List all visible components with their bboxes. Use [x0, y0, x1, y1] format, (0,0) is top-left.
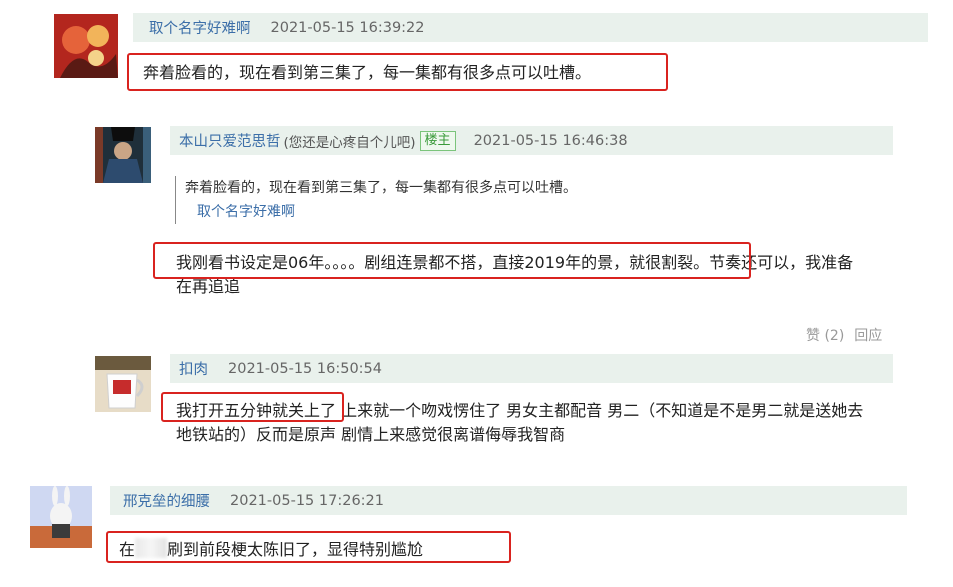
comment-text: 我打开五分钟就关上了 上来就一个吻戏愣住了 男女主都配音 男二（不知道是不是男二… — [176, 399, 863, 447]
username-link[interactable]: 取个名字好难啊 — [149, 17, 251, 38]
redacted-text — [135, 538, 168, 558]
comment-text: 奔着脸看的，现在看到第三集了，每一集都有很多点可以吐槽。 — [143, 63, 592, 82]
reply-button[interactable]: 回应 — [854, 325, 882, 345]
timestamp: 2021-05-15 16:46:38 — [473, 132, 628, 149]
avatar[interactable] — [54, 14, 118, 78]
quote-author-link[interactable]: 取个名字好难啊 — [197, 200, 577, 224]
comment-header: 本山只爱范思哲 (您还是心疼自个儿吧) 楼主 2021-05-15 16:46:… — [170, 126, 893, 155]
comment-text-line: 我打开五分钟就关上了 上来就一个吻戏愣住了 男女主都配音 男二（不知道是不是男二… — [176, 401, 864, 420]
comment-text-line: 我刚看书设定是06年。。。。剧组连景都不搭，直接2019年的景，就很割裂。节奏还… — [176, 253, 854, 272]
comment-text-line: 地铁站的）反而是原声 剧情上来感觉很离谱侮辱我智商 — [176, 425, 566, 444]
comment-text-line: 在再追追 — [176, 277, 241, 296]
avatar[interactable] — [95, 127, 151, 183]
avatar[interactable] — [95, 356, 151, 412]
username-link[interactable]: 本山只爱范思哲 — [179, 130, 281, 151]
avatar[interactable] — [30, 486, 92, 548]
like-button[interactable]: 赞 (2) — [806, 325, 844, 345]
quote-text: 奔着脸看的，现在看到第三集了，每一集都有很多点可以吐槽。 — [185, 180, 577, 196]
username-link[interactable]: 扣肉 — [179, 358, 208, 379]
comment-text: 我刚看书设定是06年。。。。剧组连景都不搭，直接2019年的景，就很割裂。节奏还… — [176, 251, 853, 299]
comment-text-after: 刷到前段梗太陈旧了，显得特别尴尬 — [167, 540, 424, 559]
comment-text: 在 刷到前段梗太陈旧了，显得特别尴尬 — [119, 538, 423, 562]
quoted-comment: 奔着脸看的，现在看到第三集了，每一集都有很多点可以吐槽。 取个名字好难啊 — [175, 176, 577, 224]
comment-header: 取个名字好难啊 2021-05-15 16:39:22 — [133, 13, 928, 42]
timestamp: 2021-05-15 17:26:21 — [230, 492, 384, 509]
comment-text-before: 在 — [119, 540, 136, 559]
comment-header: 扣肉 2021-05-15 16:50:54 — [170, 354, 893, 383]
op-badge: 楼主 — [419, 130, 456, 151]
timestamp: 2021-05-15 16:39:22 — [270, 19, 425, 36]
timestamp: 2021-05-15 16:50:54 — [228, 360, 382, 377]
user-subtitle: (您还是心疼自个儿吧) — [283, 134, 416, 151]
comment-header: 邢克垒的细腰 2021-05-15 17:26:21 — [110, 486, 907, 515]
comment-actions: 赞 (2) 回应 — [806, 325, 882, 345]
username-link[interactable]: 邢克垒的细腰 — [123, 490, 210, 511]
